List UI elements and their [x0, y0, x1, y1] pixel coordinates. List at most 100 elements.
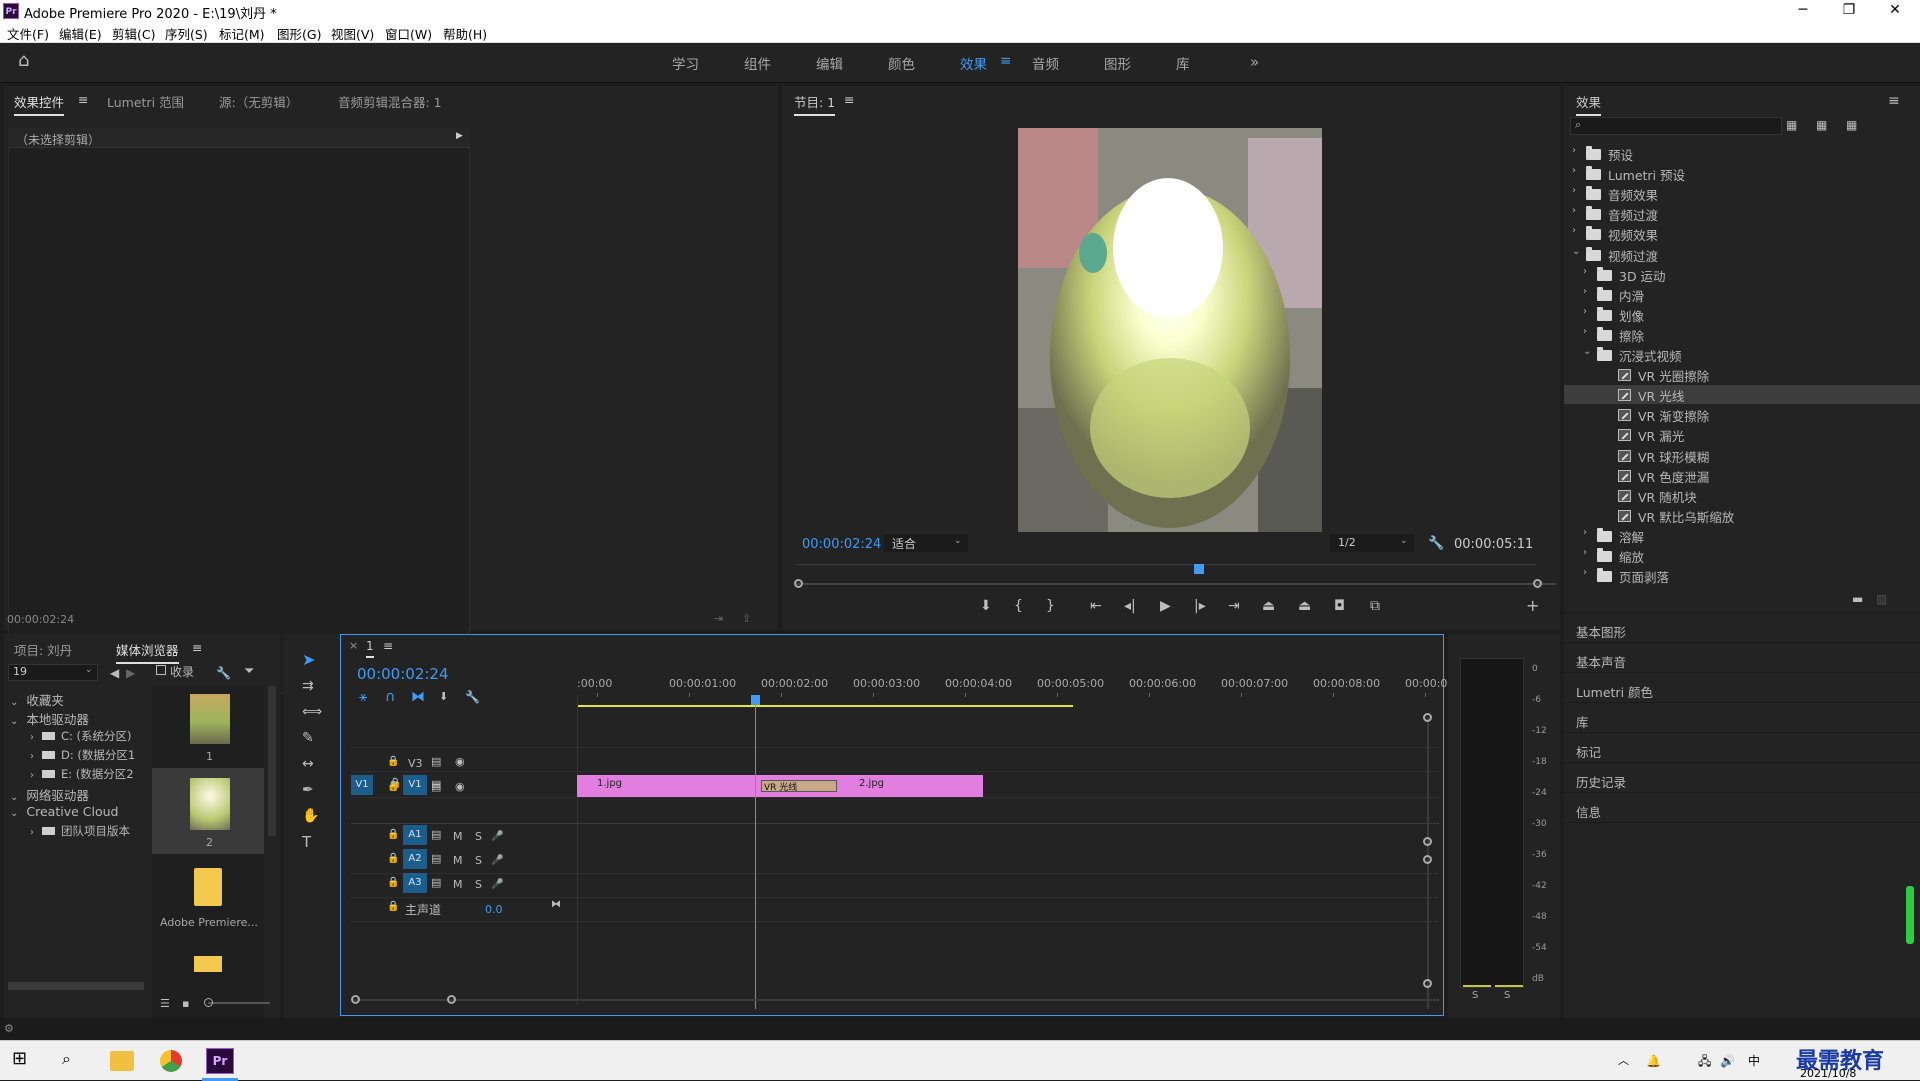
- wrench-icon[interactable]: 🔧: [216, 665, 231, 681]
- menu-help[interactable]: 帮助(H): [443, 24, 487, 43]
- 32bit-filter-icon[interactable]: ▦: [1816, 117, 1827, 133]
- chevron-right-icon[interactable]: ›: [1583, 527, 1587, 538]
- side-panel-tab[interactable]: 信息: [1576, 802, 1601, 821]
- folder-thumb-icon[interactable]: [194, 956, 222, 972]
- transition-vr-light[interactable]: VR 光线: [761, 780, 837, 793]
- folder-select[interactable]: 19 ⌄: [8, 664, 98, 681]
- ws-graphics[interactable]: 图形: [1104, 53, 1131, 73]
- minimize-button[interactable]: ─: [1780, 0, 1826, 22]
- media-browser-menu-icon[interactable]: ≡: [192, 640, 202, 655]
- lock-icon[interactable]: 🔒: [387, 754, 399, 770]
- favorites-checkbox[interactable]: [156, 665, 166, 675]
- ws-effects-menu-icon[interactable]: ≡: [1000, 53, 1011, 69]
- file-explorer-icon[interactable]: [110, 1051, 134, 1071]
- effects-item[interactable]: VR 随机块: [1564, 486, 1920, 505]
- chevron-down-icon[interactable]: ⌄: [10, 716, 18, 727]
- a1-track-target[interactable]: A1: [403, 825, 427, 845]
- effects-item[interactable]: VR 球形模糊: [1564, 446, 1920, 465]
- effects-item[interactable]: › 预设: [1564, 144, 1920, 163]
- media-tree-item[interactable]: › 团队项目版本: [30, 823, 130, 839]
- tab-program[interactable]: 节目: 1: [794, 92, 836, 116]
- effects-item[interactable]: › 页面剥落: [1564, 566, 1920, 585]
- mark-out-icon[interactable]: }: [1046, 598, 1055, 614]
- type-tool-icon[interactable]: T: [302, 834, 311, 850]
- effects-item[interactable]: VR 光圈擦除: [1564, 365, 1920, 384]
- menu-marker[interactable]: 标记(M): [219, 24, 265, 43]
- program-timecode[interactable]: 00:00:02:24: [802, 537, 881, 552]
- zoom-handle-right[interactable]: [1533, 579, 1542, 588]
- timeline-hscroll[interactable]: [353, 999, 1439, 1001]
- effects-item[interactable]: › 3D 运动: [1564, 265, 1920, 284]
- add-marker-icon[interactable]: ⬇: [980, 598, 992, 614]
- work-area-bar[interactable]: [577, 705, 1073, 707]
- vscroll-handle[interactable]: [1423, 855, 1432, 864]
- tab-project[interactable]: 项目: 刘丹: [14, 640, 72, 659]
- effects-item[interactable]: › 音频过渡: [1564, 204, 1920, 223]
- clip-2-label[interactable]: 2.jpg: [859, 778, 884, 789]
- side-panel-tab[interactable]: 历史记录: [1576, 772, 1626, 791]
- lock-icon[interactable]: 🔒: [387, 827, 399, 843]
- ime-indicator[interactable]: 中: [1748, 1052, 1760, 1069]
- meter-solo-right[interactable]: S: [1504, 990, 1510, 1001]
- chevron-right-icon[interactable]: ›: [1572, 205, 1576, 216]
- toggle-sync-icon[interactable]: ▤: [431, 875, 441, 891]
- media-scrollbar[interactable]: [268, 686, 276, 836]
- tab-audio-clip-mixer[interactable]: 音频剪辑混合器: 1: [338, 92, 442, 111]
- tray-bell-icon[interactable]: 🔔: [1646, 1053, 1661, 1069]
- media-tree-item[interactable]: › E: (数据分区2: [30, 766, 134, 782]
- hand-tool-icon[interactable]: ✋: [302, 808, 319, 824]
- speaker-icon[interactable]: 🔊: [1720, 1053, 1735, 1069]
- menu-clip[interactable]: 剪辑(C): [112, 24, 155, 43]
- network-icon[interactable]: 🖧: [1698, 1053, 1711, 1069]
- chevron-right-icon[interactable]: ›: [30, 751, 34, 762]
- new-bin-icon[interactable]: ▬: [1852, 591, 1863, 607]
- go-to-in-icon[interactable]: ⇤: [1090, 598, 1102, 614]
- lift-icon[interactable]: ⏏: [1262, 598, 1275, 614]
- effects-item[interactable]: VR 光线: [1564, 385, 1920, 405]
- share-icon[interactable]: ⇪: [742, 611, 751, 627]
- toggle-sync-icon[interactable]: ▤: [431, 827, 441, 843]
- go-to-out-icon[interactable]: ⇥: [1228, 598, 1240, 614]
- vscroll-handle[interactable]: [1423, 713, 1432, 722]
- search-icon[interactable]: ⌕: [62, 1051, 71, 1067]
- side-panel-tab[interactable]: 标记: [1576, 742, 1601, 761]
- v1-source-patch[interactable]: V1: [351, 775, 373, 795]
- icon-view-icon[interactable]: ▪: [182, 996, 189, 1012]
- step-forward-icon[interactable]: |▸: [1194, 598, 1206, 614]
- side-panel-tab[interactable]: 基本声音: [1576, 652, 1626, 671]
- thumb-2-image[interactable]: [190, 778, 230, 830]
- media-tree-item[interactable]: ⌄ 网络驱动器: [10, 785, 89, 804]
- folder-thumb-icon[interactable]: [194, 868, 222, 906]
- zoom-handle-left[interactable]: [794, 579, 803, 588]
- effects-item[interactable]: ⌄ 沉浸式视频: [1564, 345, 1920, 364]
- nest-icon[interactable]: ⚹: [359, 689, 367, 705]
- ws-audio[interactable]: 音频: [1032, 53, 1059, 73]
- menu-file[interactable]: 文件(F): [7, 24, 49, 43]
- effects-item[interactable]: › 视频效果: [1564, 224, 1920, 243]
- slip-tool-icon[interactable]: ↔: [302, 756, 314, 772]
- monitor-zoom-bar[interactable]: [796, 583, 1556, 585]
- toggle-sync-icon[interactable]: ▤: [431, 851, 441, 867]
- effects-search-input[interactable]: ⌕: [1570, 117, 1782, 135]
- timeline-settings-icon[interactable]: 🔧: [465, 689, 480, 705]
- media-tree-item[interactable]: › D: (数据分区1: [30, 747, 135, 763]
- a2-solo[interactable]: S: [475, 854, 482, 867]
- effects-item[interactable]: VR 漏光: [1564, 425, 1920, 444]
- tab-effect-controls[interactable]: 效果控件: [14, 92, 65, 116]
- lock-icon[interactable]: 🔒: [387, 875, 399, 891]
- new-custom-bin-icon[interactable]: ▦: [1786, 117, 1797, 133]
- media-tree-item[interactable]: › C: (系统分区): [30, 728, 132, 744]
- snap-icon[interactable]: ∩: [385, 689, 395, 705]
- effects-item[interactable]: › 音频效果: [1564, 184, 1920, 203]
- effects-item[interactable]: › Lumetri 预设: [1564, 164, 1920, 183]
- export-icon[interactable]: ⇥: [714, 611, 723, 627]
- chevron-down-icon[interactable]: ⌄: [1572, 246, 1580, 257]
- menu-graphics[interactable]: 图形(G): [277, 24, 321, 43]
- tree-hscrollbar[interactable]: [8, 982, 144, 990]
- chevron-right-icon[interactable]: ›: [1583, 326, 1587, 337]
- ws-color[interactable]: 颜色: [888, 53, 915, 73]
- media-tree-item[interactable]: ⌄ Creative Cloud: [10, 804, 118, 819]
- timeline-close-icon[interactable]: ×: [349, 639, 358, 652]
- chevron-right-icon[interactable]: ›: [1583, 567, 1587, 578]
- playhead-handle[interactable]: [751, 695, 760, 705]
